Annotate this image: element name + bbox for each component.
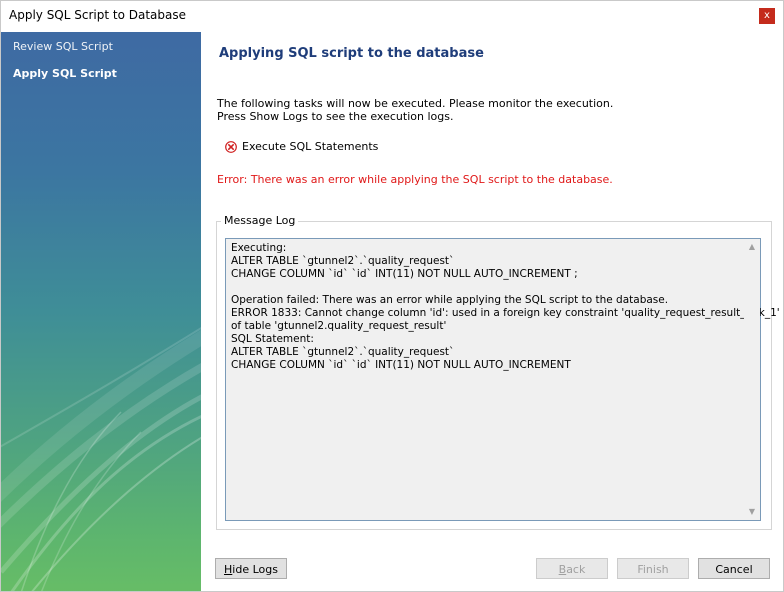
chevron-down-icon[interactable]: ▼	[744, 504, 760, 520]
message-log-label: Message Log	[221, 214, 299, 227]
back-button[interactable]: Back	[536, 558, 608, 579]
cancel-button[interactable]: Cancel	[698, 558, 770, 579]
hide-logs-label: ide Logs	[232, 563, 278, 576]
window-title: Apply SQL Script to Database	[9, 8, 186, 22]
back-label: ack	[566, 563, 586, 576]
step-review-sql-script: Review SQL Script	[13, 40, 113, 53]
finish-button[interactable]: Finish	[617, 558, 689, 579]
close-button[interactable]: x	[759, 8, 775, 24]
chevron-up-icon[interactable]: ▲	[744, 239, 760, 255]
description-line-1: The following tasks will now be executed…	[217, 97, 614, 110]
page-title: Applying SQL script to the database	[219, 46, 484, 61]
hide-logs-button[interactable]: Hide Logs	[215, 558, 287, 579]
description: The following tasks will now be executed…	[217, 97, 613, 123]
title-bar[interactable]: Apply SQL Script to Database x	[1, 1, 783, 31]
step-apply-sql-script: Apply SQL Script	[13, 67, 117, 80]
message-log-textarea[interactable]: Executing: ALTER TABLE `gtunnel2`.`quali…	[225, 238, 780, 521]
log-text: Executing: ALTER TABLE `gtunnel2`.`quali…	[231, 242, 780, 371]
description-line-2: Press Show Logs to see the execution log…	[217, 110, 454, 123]
task-label: Execute SQL Statements	[242, 140, 379, 153]
wizard-sidebar: Review SQL Script Apply SQL Script	[1, 32, 201, 591]
sidebar-decoration	[1, 327, 201, 591]
error-circle-icon	[225, 141, 237, 153]
error-message: Error: There was an error while applying…	[217, 173, 613, 186]
log-scrollbar[interactable]: ▲ ▼	[744, 239, 760, 520]
apply-sql-dialog: Apply SQL Script to Database x Review SQ…	[0, 0, 784, 592]
